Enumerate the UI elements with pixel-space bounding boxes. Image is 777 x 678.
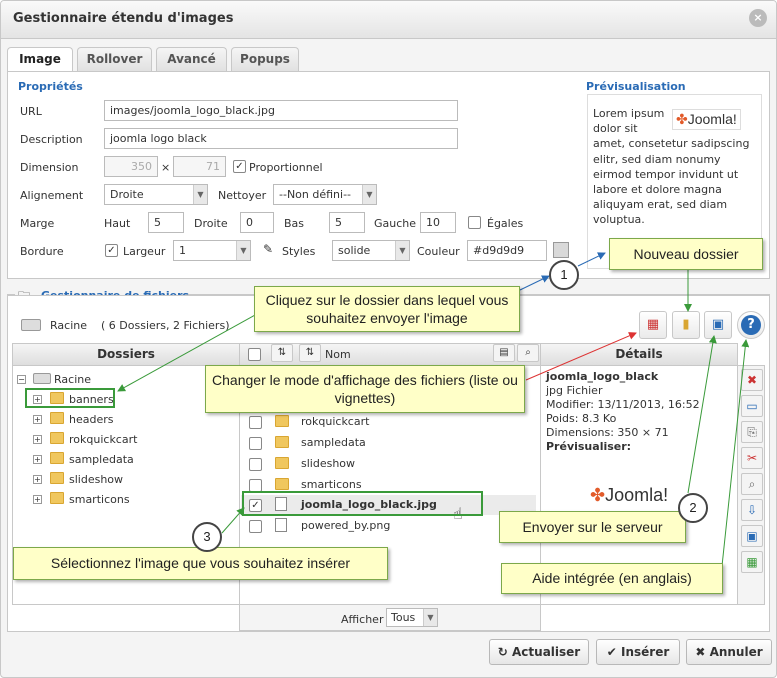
arrow-upload bbox=[687, 335, 717, 494]
arrow-1-right bbox=[577, 252, 606, 267]
arrow-3 bbox=[221, 507, 245, 534]
arrow-view-mode bbox=[525, 332, 637, 381]
step-2-marker: 2 bbox=[678, 493, 708, 523]
step-3-marker: 3 bbox=[192, 522, 222, 552]
callout-change-mode: Changer le mode d'affichage des fichiers… bbox=[205, 365, 525, 413]
step-1-marker: 1 bbox=[549, 260, 579, 290]
arrow-help bbox=[721, 339, 750, 567]
callout-click-folder: Cliquez sur le dossier dans lequel vous … bbox=[254, 286, 520, 332]
callout-help: Aide intégrée (en anglais) bbox=[501, 563, 723, 594]
callout-select-image: Sélectionnez l'image que vous souhaitez … bbox=[13, 547, 388, 580]
arrow-1-left bbox=[519, 275, 550, 291]
callout-upload: Envoyer sur le serveur bbox=[499, 511, 686, 543]
callout-new-folder: Nouveau dossier bbox=[609, 238, 763, 270]
